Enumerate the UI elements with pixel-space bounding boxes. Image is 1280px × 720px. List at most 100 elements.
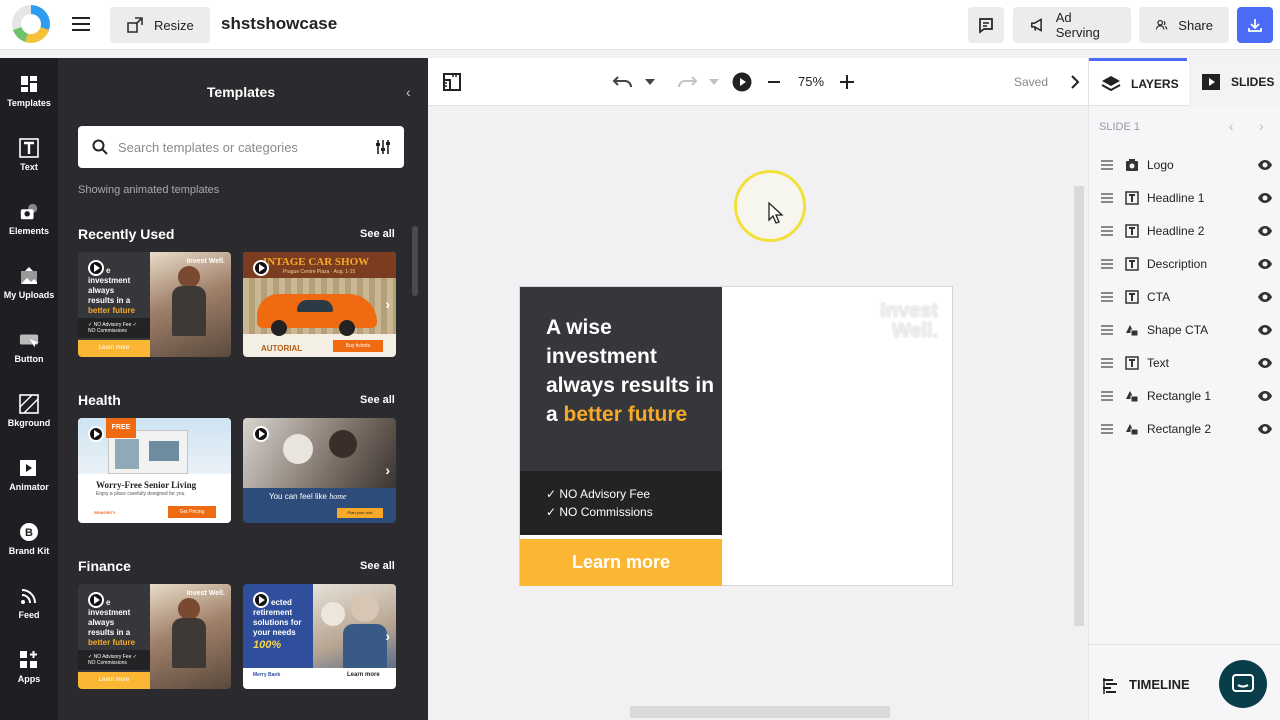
tab-slides[interactable]: SLIDES [1189, 58, 1280, 106]
redo-history-chevron-icon[interactable] [708, 77, 720, 87]
template-thumb-senior-living[interactable]: FREE Worry-Free Senior Living Enjoy a pl… [78, 418, 231, 523]
rail-item-elements[interactable]: Elements [0, 196, 58, 252]
layer-row[interactable]: Text [1089, 347, 1280, 380]
layers-icon [1101, 75, 1121, 91]
layer-row[interactable]: Rectangle 1 [1089, 380, 1280, 413]
headline[interactable]: A wise investment always results in a be… [546, 313, 716, 429]
cta-button[interactable]: Learn more [520, 539, 722, 586]
app-logo[interactable] [12, 5, 50, 43]
filter-icon[interactable] [374, 138, 392, 156]
eye-icon[interactable] [1257, 258, 1273, 270]
eye-icon[interactable] [1257, 357, 1273, 369]
document-title[interactable]: shstshowcase [221, 14, 337, 34]
brand-kit-icon: B [19, 522, 39, 542]
rail-item-templates[interactable]: Templates [0, 68, 58, 124]
template-thumb-car-show[interactable]: INTAGE CAR SHOW Prague Centre Plaza · Au… [243, 252, 396, 357]
canvas-vertical-scrollbar[interactable] [1074, 186, 1084, 626]
chevron-right-icon[interactable] [1070, 74, 1080, 90]
ruler-icon[interactable] [442, 72, 462, 92]
eye-icon[interactable] [1257, 291, 1273, 303]
rail-item-animator[interactable]: Animator [0, 452, 58, 508]
download-button[interactable] [1237, 7, 1273, 43]
eye-icon[interactable] [1257, 324, 1273, 336]
chevron-left-icon[interactable]: ‹ [1229, 118, 1234, 134]
drag-handle-icon[interactable] [1101, 160, 1113, 172]
search-input[interactable] [118, 136, 358, 158]
drag-handle-icon[interactable] [1101, 358, 1113, 370]
zoom-in-icon[interactable] [840, 75, 854, 89]
collapse-panel-icon[interactable]: ‹ [406, 84, 411, 100]
layer-row[interactable]: Rectangle 2 [1089, 413, 1280, 446]
drag-handle-icon[interactable] [1101, 226, 1113, 238]
redo-icon[interactable] [676, 72, 698, 92]
see-all-link[interactable]: See all [360, 560, 395, 572]
layer-row[interactable]: Description [1089, 248, 1280, 281]
text-layer-icon [1125, 356, 1139, 370]
thumb-cta: Learn more [347, 672, 380, 678]
rail-item-text[interactable]: Text [0, 132, 58, 188]
template-thumb-invest[interactable]: Invest Well. e investment always results… [78, 252, 231, 357]
rail-item-brand-kit[interactable]: B Brand Kit [0, 516, 58, 572]
zoom-out-icon[interactable] [768, 80, 780, 84]
eye-icon[interactable] [1257, 423, 1273, 435]
ad-logo[interactable]: Invest Well. [874, 301, 938, 341]
template-thumb-invest-finance[interactable]: Invest Well. e investment always results… [78, 584, 231, 689]
rail-item-uploads[interactable]: My Uploads [0, 260, 58, 316]
canvas-area: 75% Saved A wise investment always resul… [428, 58, 1088, 720]
ad-banner[interactable]: A wise investment always results in a be… [519, 286, 953, 586]
drag-handle-icon[interactable] [1101, 193, 1113, 205]
rail-item-apps[interactable]: Apps [0, 644, 58, 700]
uploads-icon [19, 266, 39, 286]
eye-icon[interactable] [1257, 225, 1273, 237]
chat-support-button[interactable] [1219, 660, 1267, 708]
eye-icon[interactable] [1257, 159, 1273, 171]
thumb-text: You can feel like home [269, 492, 347, 501]
undo-history-chevron-icon[interactable] [644, 77, 656, 87]
mouse-pointer-icon [768, 202, 784, 224]
layer-row[interactable]: Headline 2 [1089, 215, 1280, 248]
template-thumb-care-home[interactable]: You can feel like home Plan your visit › [243, 418, 396, 523]
rail-item-button[interactable]: Button [0, 324, 58, 380]
menu-icon[interactable] [72, 17, 90, 31]
woman-photo: Invest Well. [150, 252, 231, 357]
eye-icon[interactable] [1257, 192, 1273, 204]
see-all-link[interactable]: See all [360, 228, 395, 240]
see-all-link[interactable]: See all [360, 394, 395, 406]
chevron-right-icon[interactable]: › [385, 296, 390, 312]
eye-icon[interactable] [1257, 390, 1273, 402]
undo-icon[interactable] [612, 72, 634, 92]
drag-handle-icon[interactable] [1101, 259, 1113, 271]
chevron-right-icon[interactable]: › [385, 462, 390, 478]
description[interactable]: ✓ NO Advisory Fee ✓ NO Commissions [546, 485, 653, 521]
drag-handle-icon[interactable] [1101, 391, 1113, 403]
comments-button[interactable] [968, 7, 1004, 43]
slides-icon [1202, 74, 1220, 90]
canvas-horizontal-scrollbar[interactable] [630, 706, 890, 718]
top-bar: Resize shstshowcase Ad Serving Share [0, 0, 1280, 50]
panel-scrollbar[interactable] [412, 226, 418, 296]
layer-row[interactable]: CTA [1089, 281, 1280, 314]
headline-2[interactable]: better future [564, 403, 688, 426]
panel-title: Templates [206, 84, 276, 100]
resize-label: Resize [154, 17, 194, 33]
layer-row[interactable]: Logo [1089, 149, 1280, 182]
layer-row[interactable]: Shape CTA [1089, 314, 1280, 347]
rail-item-background[interactable]: Bkground [0, 388, 58, 444]
drag-handle-icon[interactable] [1101, 424, 1113, 436]
zoom-level[interactable]: 75% [798, 74, 824, 89]
logo-line: Well. [891, 320, 938, 342]
share-button[interactable]: Share [1139, 7, 1229, 43]
chevron-right-icon[interactable]: › [1259, 118, 1264, 134]
tab-layers[interactable]: LAYERS [1089, 58, 1187, 106]
rail-item-feed[interactable]: Feed [0, 580, 58, 636]
chevron-right-icon[interactable]: › [385, 628, 390, 644]
play-preview-icon[interactable] [732, 72, 752, 92]
drag-handle-icon[interactable] [1101, 292, 1113, 304]
layer-row[interactable]: Headline 1 [1089, 182, 1280, 215]
ad-serving-button[interactable]: Ad Serving [1013, 7, 1131, 43]
template-thumb-retirement[interactable]: ected retirement solutions for your need… [243, 584, 396, 689]
drag-handle-icon[interactable] [1101, 325, 1113, 337]
resize-button[interactable]: Resize [110, 7, 210, 43]
layer-name: CTA [1147, 290, 1171, 304]
rail-label: Elements [8, 226, 50, 236]
